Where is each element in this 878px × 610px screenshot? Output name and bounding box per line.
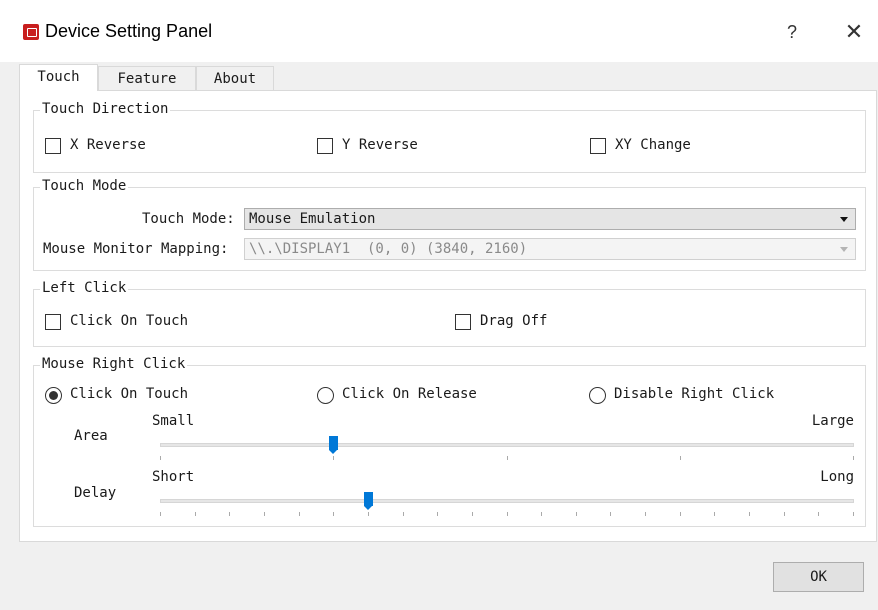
drag-off-label: Drag Off [480, 313, 548, 329]
delay-slider-track [160, 499, 854, 503]
area-slider-thumb[interactable] [329, 436, 338, 454]
delay-slider-tick [403, 512, 404, 516]
tab-touch[interactable]: Touch [19, 64, 98, 91]
delay-slider-tick [368, 512, 369, 516]
tab-about[interactable]: About [196, 66, 274, 90]
chevron-down-icon [840, 247, 848, 252]
mouse-right-click-legend: Mouse Right Click [40, 356, 188, 372]
area-slider-tick [333, 456, 334, 460]
delay-slider-thumb[interactable] [364, 492, 373, 510]
delay-label: Delay [74, 485, 117, 501]
area-label: Area [74, 428, 108, 444]
area-slider-tick [160, 456, 161, 460]
mouse-monitor-mapping-select[interactable]: \\.\DISPLAY1 (0, 0) (3840, 2160) [244, 238, 856, 260]
close-button[interactable]: ✕ [838, 18, 870, 46]
click-on-touch-checkbox[interactable] [45, 314, 61, 330]
disable-right-click-label: Disable Right Click [614, 386, 775, 402]
area-slider-track [160, 443, 854, 447]
touch-mode-legend: Touch Mode [40, 178, 129, 194]
left-click-legend: Left Click [40, 280, 129, 296]
area-max-label: Large [811, 413, 854, 429]
touch-mode-value: Mouse Emulation [249, 211, 376, 227]
chevron-down-icon [840, 217, 848, 222]
right-click-on-release-radio[interactable] [317, 387, 334, 404]
touch-direction-legend: Touch Direction [40, 101, 171, 117]
delay-slider-tick [195, 512, 196, 516]
delay-slider-tick [853, 512, 854, 516]
delay-slider-tick [714, 512, 715, 516]
touch-mode-select[interactable]: Mouse Emulation [244, 208, 856, 230]
right-click-on-release-label: Click On Release [342, 386, 477, 402]
delay-slider-tick [680, 512, 681, 516]
delay-slider-tick [264, 512, 265, 516]
window-title: Device Setting Panel [45, 21, 213, 41]
drag-off-checkbox[interactable] [455, 314, 471, 330]
mouse-monitor-mapping-label: Mouse Monitor Mapping: [43, 241, 229, 257]
right-click-on-touch-radio[interactable] [45, 387, 62, 404]
delay-slider-tick [818, 512, 819, 516]
delay-slider-tick [645, 512, 646, 516]
help-button[interactable]: ? [778, 18, 806, 46]
touch-mode-label: Touch Mode: [142, 211, 235, 227]
mouse-monitor-mapping-value: \\.\DISPLAY1 (0, 0) (3840, 2160) [249, 241, 528, 257]
delay-slider-tick [541, 512, 542, 516]
delay-slider-tick [610, 512, 611, 516]
delay-min-label: Short [152, 469, 195, 485]
xy-change-checkbox[interactable] [590, 138, 606, 154]
y-reverse-label: Y Reverse [342, 137, 418, 153]
click-on-touch-label: Click On Touch [70, 313, 189, 329]
delay-slider-tick [784, 512, 785, 516]
area-slider[interactable] [160, 434, 854, 464]
touch-direction-group [33, 110, 866, 173]
area-slider-tick [680, 456, 681, 460]
delay-slider-tick [507, 512, 508, 516]
delay-slider-tick [576, 512, 577, 516]
app-icon [23, 24, 39, 40]
delay-slider[interactable] [160, 490, 854, 520]
right-click-on-touch-label: Click On Touch [70, 386, 189, 402]
disable-right-click-radio[interactable] [589, 387, 606, 404]
delay-slider-tick [299, 512, 300, 516]
delay-slider-tick [437, 512, 438, 516]
delay-slider-tick [229, 512, 230, 516]
delay-slider-tick [160, 512, 161, 516]
ok-button[interactable]: OK [773, 562, 864, 592]
x-reverse-label: X Reverse [70, 137, 146, 153]
delay-slider-tick [472, 512, 473, 516]
area-slider-tick [853, 456, 854, 460]
x-reverse-checkbox[interactable] [45, 138, 61, 154]
tab-feature[interactable]: Feature [98, 66, 196, 90]
area-min-label: Small [152, 413, 195, 429]
xy-change-label: XY Change [615, 137, 691, 153]
area-slider-tick [507, 456, 508, 460]
delay-slider-tick [749, 512, 750, 516]
delay-slider-tick [333, 512, 334, 516]
y-reverse-checkbox[interactable] [317, 138, 333, 154]
delay-max-label: Long [820, 469, 854, 485]
